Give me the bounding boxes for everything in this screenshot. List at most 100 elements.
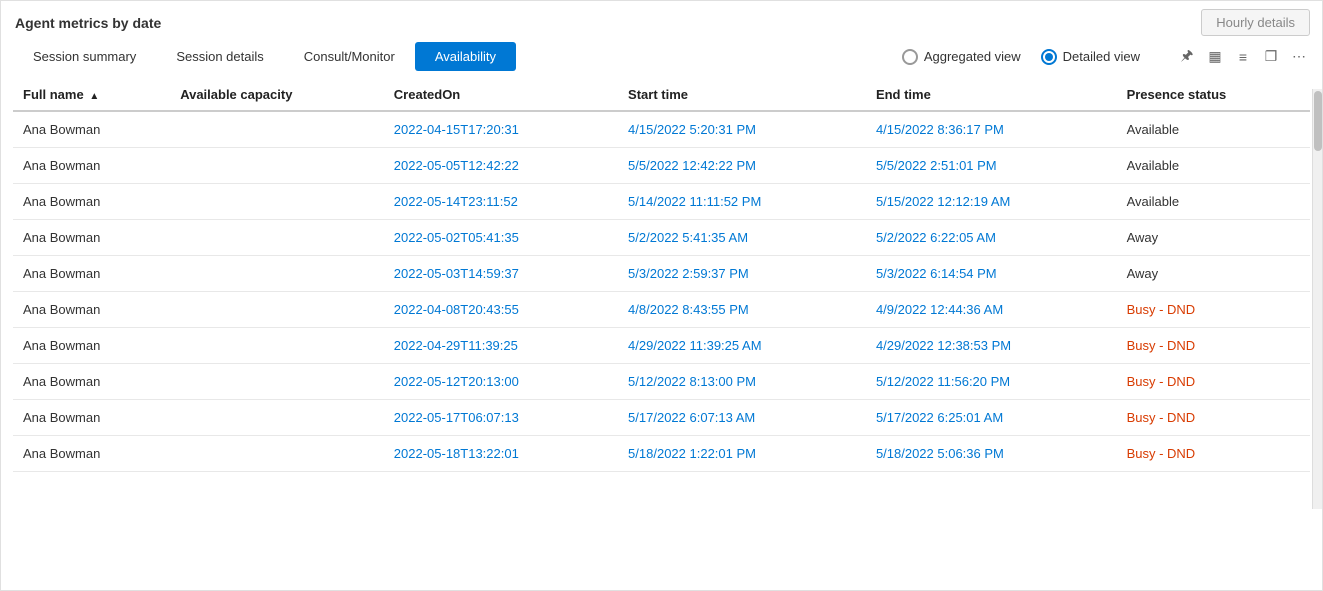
cell-available-capacity	[170, 328, 384, 364]
sort-arrow-icon: ▲	[89, 91, 99, 102]
cell-end-time: 5/15/2022 12:12:19 AM	[866, 184, 1117, 220]
cell-presence-status: Busy - DND	[1117, 400, 1310, 436]
page-container: Agent metrics by date Hourly details Ses…	[0, 0, 1323, 591]
cell-available-capacity	[170, 436, 384, 472]
tab-availability[interactable]: Availability	[415, 42, 516, 71]
cell-end-time: 4/29/2022 12:38:53 PM	[866, 328, 1117, 364]
table-row: Ana Bowman 2022-05-03T14:59:375/3/2022 2:…	[13, 256, 1310, 292]
more-icon[interactable]: ⋯	[1288, 46, 1310, 68]
view-options: Aggregated view Detailed view 🖈 ▦ ≡ ❐ ⋯	[902, 46, 1310, 68]
col-created-on[interactable]: CreatedOn	[384, 79, 618, 111]
col-presence-status[interactable]: Presence status	[1117, 79, 1310, 111]
detailed-view-option[interactable]: Detailed view	[1041, 49, 1140, 65]
cell-available-capacity	[170, 111, 384, 148]
cell-start-time: 5/3/2022 2:59:37 PM	[618, 256, 866, 292]
cell-end-time: 5/5/2022 2:51:01 PM	[866, 148, 1117, 184]
scrollbar[interactable]	[1312, 89, 1322, 509]
scrollbar-thumb[interactable]	[1314, 91, 1322, 151]
cell-presence-status: Away	[1117, 220, 1310, 256]
table-body: Ana Bowman2022-04-15T17:20:314/15/2022 5…	[13, 111, 1310, 472]
cell-created-on: 2022-05-12T20:13:00	[384, 364, 618, 400]
cell-end-time: 5/3/2022 6:14:54 PM	[866, 256, 1117, 292]
cell-created-on: 2022-04-08T20:43:55	[384, 292, 618, 328]
tab-consult-monitor[interactable]: Consult/Monitor	[284, 42, 415, 71]
cell-full-name: Ana Bowman	[13, 148, 170, 184]
cell-presence-status: Available	[1117, 184, 1310, 220]
col-start-time[interactable]: Start time	[618, 79, 866, 111]
filter-icon[interactable]: ≡	[1232, 46, 1254, 68]
hourly-details-button[interactable]: Hourly details	[1201, 9, 1310, 36]
cell-full-name: Ana Bowman	[13, 256, 170, 292]
table-row: Ana Bowman2022-04-15T17:20:314/15/2022 5…	[13, 111, 1310, 148]
col-end-time[interactable]: End time	[866, 79, 1117, 111]
detailed-radio[interactable]	[1041, 49, 1057, 65]
tabs-row: Session summary Session details Consult/…	[1, 36, 1322, 71]
cell-start-time: 5/12/2022 8:13:00 PM	[618, 364, 866, 400]
cell-full-name: Ana Bowman	[13, 328, 170, 364]
cell-full-name: Ana Bowman	[13, 111, 170, 148]
cell-available-capacity	[170, 292, 384, 328]
aggregated-view-option[interactable]: Aggregated view	[902, 49, 1021, 65]
cell-full-name: Ana Bowman	[13, 400, 170, 436]
cell-end-time: 5/12/2022 11:56:20 PM	[866, 364, 1117, 400]
cell-created-on: 2022-05-02T05:41:35	[384, 220, 618, 256]
cell-presence-status: Available	[1117, 111, 1310, 148]
cell-start-time: 5/17/2022 6:07:13 AM	[618, 400, 866, 436]
table-row: Ana Bowman 2022-05-18T13:22:015/18/2022 1…	[13, 436, 1310, 472]
cell-full-name: Ana Bowman	[13, 436, 170, 472]
detailed-radio-fill	[1045, 53, 1053, 61]
cell-end-time: 5/18/2022 5:06:36 PM	[866, 436, 1117, 472]
cell-full-name: Ana Bowman	[13, 184, 170, 220]
table-area: Full name ▲ Available capacity CreatedOn…	[1, 79, 1322, 590]
cell-created-on: 2022-05-18T13:22:01	[384, 436, 618, 472]
cell-full-name: Ana Bowman	[13, 220, 170, 256]
table-row: Ana Bowman 2022-04-29T11:39:25 4/29/2022 1…	[13, 328, 1310, 364]
cell-start-time: 5/18/2022 1:22:01 PM	[618, 436, 866, 472]
cell-created-on: 2022-05-03T14:59:37	[384, 256, 618, 292]
table-row: Ana Bowman2022-05-14T23:11:525/14/2022 1…	[13, 184, 1310, 220]
detailed-label: Detailed view	[1063, 49, 1140, 64]
aggregated-radio[interactable]	[902, 49, 918, 65]
cell-full-name: Ana Bowman	[13, 292, 170, 328]
cell-available-capacity	[170, 400, 384, 436]
copy-icon[interactable]: ▦	[1204, 46, 1226, 68]
tab-session-summary[interactable]: Session summary	[13, 42, 156, 71]
col-full-name[interactable]: Full name ▲	[13, 79, 170, 111]
cell-available-capacity	[170, 364, 384, 400]
cell-presence-status: Busy - DND	[1117, 364, 1310, 400]
cell-presence-status: Busy - DND	[1117, 328, 1310, 364]
col-available-capacity[interactable]: Available capacity	[170, 79, 384, 111]
cell-available-capacity	[170, 184, 384, 220]
data-table: Full name ▲ Available capacity CreatedOn…	[13, 79, 1310, 472]
cell-end-time: 4/9/2022 12:44:36 AM	[866, 292, 1117, 328]
cell-created-on: 2022-04-29T11:39:25	[384, 328, 618, 364]
cell-presence-status: Away	[1117, 256, 1310, 292]
cell-created-on: 2022-05-17T06:07:13	[384, 400, 618, 436]
cell-end-time: 4/15/2022 8:36:17 PM	[866, 111, 1117, 148]
cell-start-time: 5/14/2022 11:11:52 PM	[618, 184, 866, 220]
cell-available-capacity	[170, 148, 384, 184]
cell-available-capacity	[170, 256, 384, 292]
cell-end-time: 5/17/2022 6:25:01 AM	[866, 400, 1117, 436]
cell-end-time: 5/2/2022 6:22:05 AM	[866, 220, 1117, 256]
cell-full-name: Ana Bowman	[13, 364, 170, 400]
table-row: Ana Bowman 2022-05-02T05:41:355/2/2022 5:…	[13, 220, 1310, 256]
table-header-row: Full name ▲ Available capacity CreatedOn…	[13, 79, 1310, 111]
page-title: Agent metrics by date	[13, 15, 161, 31]
cell-available-capacity	[170, 220, 384, 256]
cell-start-time: 4/15/2022 5:20:31 PM	[618, 111, 866, 148]
toolbar-icons: 🖈 ▦ ≡ ❐ ⋯	[1176, 46, 1310, 68]
aggregated-label: Aggregated view	[924, 49, 1021, 64]
table-row: Ana Bowman 2022-04-08T20:43:554/8/2022 8:…	[13, 292, 1310, 328]
table-row: Ana Bowman2022-05-17T06:07:135/17/2022 6…	[13, 400, 1310, 436]
expand-icon[interactable]: ❐	[1260, 46, 1282, 68]
top-bar: Agent metrics by date Hourly details	[1, 1, 1322, 36]
cell-start-time: 5/2/2022 5:41:35 AM	[618, 220, 866, 256]
table-row: Ana Bowman 2022-05-12T20:13:005/12/2022 8…	[13, 364, 1310, 400]
cell-created-on: 2022-05-05T12:42:22	[384, 148, 618, 184]
tab-session-details[interactable]: Session details	[156, 42, 283, 71]
cell-start-time: 5/5/2022 12:42:22 PM	[618, 148, 866, 184]
cell-presence-status: Busy - DND	[1117, 292, 1310, 328]
pin-icon[interactable]: 🖈	[1176, 46, 1198, 68]
cell-start-time: 4/8/2022 8:43:55 PM	[618, 292, 866, 328]
